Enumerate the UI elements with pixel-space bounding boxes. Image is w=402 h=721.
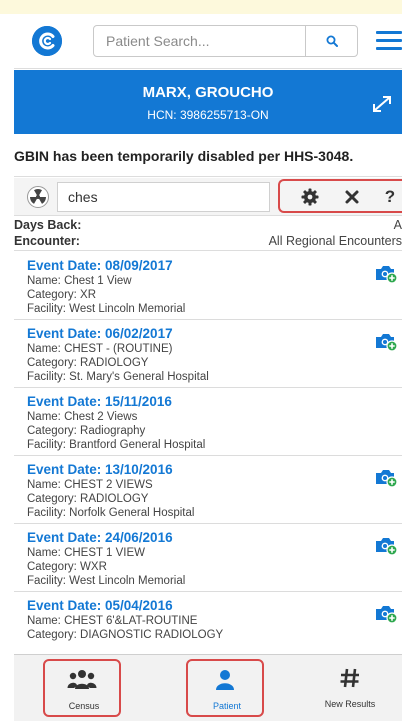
camera-plus-icon[interactable] [374, 262, 398, 284]
patient-search [93, 25, 358, 57]
event-name: Name: Chest 2 Views [27, 411, 138, 423]
expand-arrows-icon[interactable] [372, 95, 392, 113]
event-category: Category: WXR [27, 561, 107, 573]
event-date[interactable]: Event Date: 13/10/2016 [27, 462, 173, 477]
gbin-notice: GBIN has been temporarily disabled per H… [14, 137, 402, 177]
notice-text: GBIN has been temporarily disabled per H… [14, 148, 354, 164]
event-name: Name: CHEST - (ROUTINE) [27, 343, 173, 355]
event-facility: Facility: Brantford General Hospital [27, 439, 206, 451]
users-icon [67, 670, 97, 689]
nav-census[interactable]: Census [43, 659, 121, 717]
event-facility: Facility: Norfolk General Hospital [27, 507, 195, 519]
nav-patient[interactable]: Patient [186, 659, 264, 717]
event-item[interactable]: Event Date: 08/09/2017 Name: Chest 1 Vie… [14, 252, 402, 320]
camera-plus-icon[interactable] [374, 602, 398, 624]
app-header [14, 14, 402, 69]
camera-plus-icon[interactable] [374, 330, 398, 352]
event-item[interactable]: Event Date: 24/06/2016 Name: CHEST 1 VIE… [14, 524, 402, 592]
nav-census-label: Census [68, 701, 100, 711]
event-date[interactable]: Event Date: 24/06/2016 [27, 530, 173, 545]
gear-icon[interactable] [300, 187, 320, 207]
event-category: Category: RADIOLOGY [27, 493, 149, 505]
event-date[interactable]: Event Date: 15/11/2016 [27, 394, 172, 409]
encounter-value[interactable]: All Regional Encounters [269, 234, 402, 248]
event-item[interactable]: Event Date: 06/02/2017 Name: CHEST - (RO… [14, 320, 402, 388]
event-date[interactable]: Event Date: 08/09/2017 [27, 258, 173, 273]
camera-plus-icon[interactable] [374, 466, 398, 488]
patient-search-input[interactable] [94, 26, 305, 56]
patient-name: MARX, GROUCHO [142, 84, 274, 101]
search-button[interactable] [305, 26, 357, 56]
camera-plus-icon[interactable] [374, 534, 398, 556]
event-list: Event Date: 08/09/2017 Name: Chest 1 Vie… [14, 252, 402, 654]
radiation-icon[interactable] [27, 186, 49, 208]
days-back-value[interactable]: A [394, 218, 402, 232]
logo-icon[interactable] [32, 26, 62, 56]
event-item[interactable]: Event Date: 13/10/2016 Name: CHEST 2 VIE… [14, 456, 402, 524]
days-back-label: Days Back: [14, 218, 82, 232]
close-icon[interactable] [342, 187, 362, 207]
event-facility: Facility: St. Mary's General Hospital [27, 371, 209, 383]
encounter-meta: Days Back: A Encounter: All Regional Enc… [14, 217, 402, 251]
nav-patient-label: Patient [212, 701, 242, 711]
event-date[interactable]: Event Date: 06/02/2017 [27, 326, 173, 341]
filter-bar: ? [14, 178, 402, 216]
app-frame: MARX, GROUCHO HCN: 3986255713-ON GBIN ha… [14, 14, 402, 721]
event-date[interactable]: Event Date: 05/04/2016 [27, 598, 173, 613]
event-facility: Facility: West Lincoln Memorial [27, 303, 186, 315]
filter-input[interactable] [57, 182, 270, 212]
event-category: Category: Radiography [27, 425, 146, 437]
event-category: Category: DIAGNOSTIC RADIOLOGY [27, 629, 224, 641]
event-name: Name: Chest 1 View [27, 275, 132, 287]
nav-new-results[interactable]: New Results [311, 659, 389, 717]
bottom-nav: Census Patient New Results [14, 654, 402, 721]
event-category: Category: XR [27, 289, 97, 301]
event-name: Name: CHEST 2 VIEWS [27, 479, 153, 491]
patient-hcn: HCN: 3986255713-ON [147, 108, 269, 122]
patient-banner: MARX, GROUCHO HCN: 3986255713-ON [14, 70, 402, 134]
hamburger-menu-icon[interactable] [376, 31, 402, 51]
event-item[interactable]: Event Date: 05/04/2016 Name: CHEST 6'&LA… [14, 592, 402, 654]
event-category: Category: RADIOLOGY [27, 357, 149, 369]
help-icon[interactable]: ? [380, 187, 400, 207]
hashtag-icon [340, 668, 359, 688]
filter-tools: ? [278, 179, 402, 213]
encounter-label: Encounter: [14, 234, 80, 248]
event-name: Name: CHEST 6'&LAT-ROUTINE [27, 615, 198, 627]
user-icon [216, 670, 234, 690]
event-name: Name: CHEST 1 VIEW [27, 547, 146, 559]
nav-new-results-label: New Results [324, 699, 376, 709]
event-item[interactable]: Event Date: 15/11/2016 Name: Chest 2 Vie… [14, 388, 402, 456]
event-facility: Facility: West Lincoln Memorial [27, 575, 186, 587]
top-notification-strip [0, 0, 402, 14]
search-icon [326, 35, 338, 47]
